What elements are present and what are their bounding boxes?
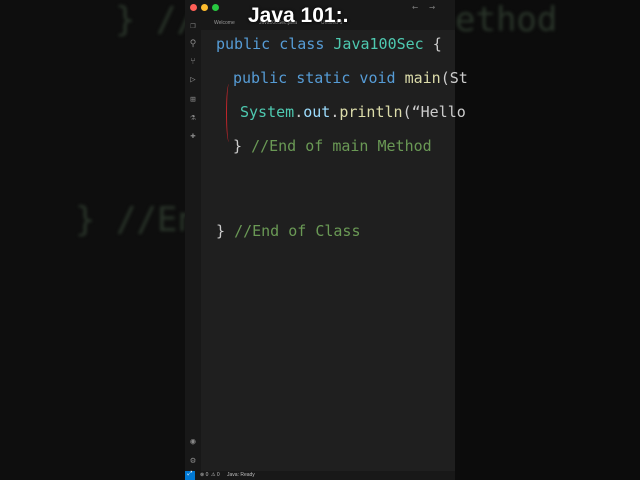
settings-gear-icon[interactable]: ⚙ xyxy=(188,456,198,466)
minimize-button[interactable] xyxy=(201,4,208,11)
code-line-1[interactable]: public class Java100Sec { xyxy=(216,35,442,53)
code-line-5[interactable]: } //End of Class xyxy=(216,222,361,240)
source-control-icon[interactable]: ⑂ xyxy=(188,57,198,67)
java-projects-icon[interactable]: ✚ xyxy=(188,131,198,141)
tab-welcome[interactable]: Welcome xyxy=(214,20,235,26)
account-icon[interactable]: ◉ xyxy=(188,437,198,447)
bg-text: } //En xyxy=(75,200,185,240)
bg-text: ethod xyxy=(455,0,558,40)
bg-text: } // xyxy=(115,0,185,40)
testing-icon[interactable]: ⚗ xyxy=(188,113,198,123)
code-line-4[interactable]: } //End of main Method xyxy=(233,137,432,155)
run-debug-icon[interactable]: ▷ xyxy=(188,75,198,85)
blurred-background-left: } // } //En xyxy=(0,0,185,480)
code-line-3[interactable]: System.out.println(“Hello xyxy=(240,103,466,121)
close-button[interactable] xyxy=(190,4,197,11)
red-annotation-bracket xyxy=(226,84,232,142)
back-arrow-icon[interactable]: ← xyxy=(412,2,418,13)
activity-bar: ❐ ⚲ ⑂ ▷ ⊞ ⚗ ✚ ◉ ⚙ xyxy=(185,16,201,471)
video-overlay-title: Java 101:. xyxy=(248,4,349,27)
extensions-icon[interactable]: ⊞ xyxy=(188,95,198,105)
forward-arrow-icon[interactable]: → xyxy=(429,2,435,13)
explorer-icon[interactable]: ❐ xyxy=(188,21,198,31)
search-icon[interactable]: ⚲ xyxy=(188,39,198,49)
maximize-button[interactable] xyxy=(212,4,219,11)
blurred-background-right: ethod xyxy=(455,0,640,480)
code-line-2[interactable]: public static void main(St xyxy=(233,69,468,87)
